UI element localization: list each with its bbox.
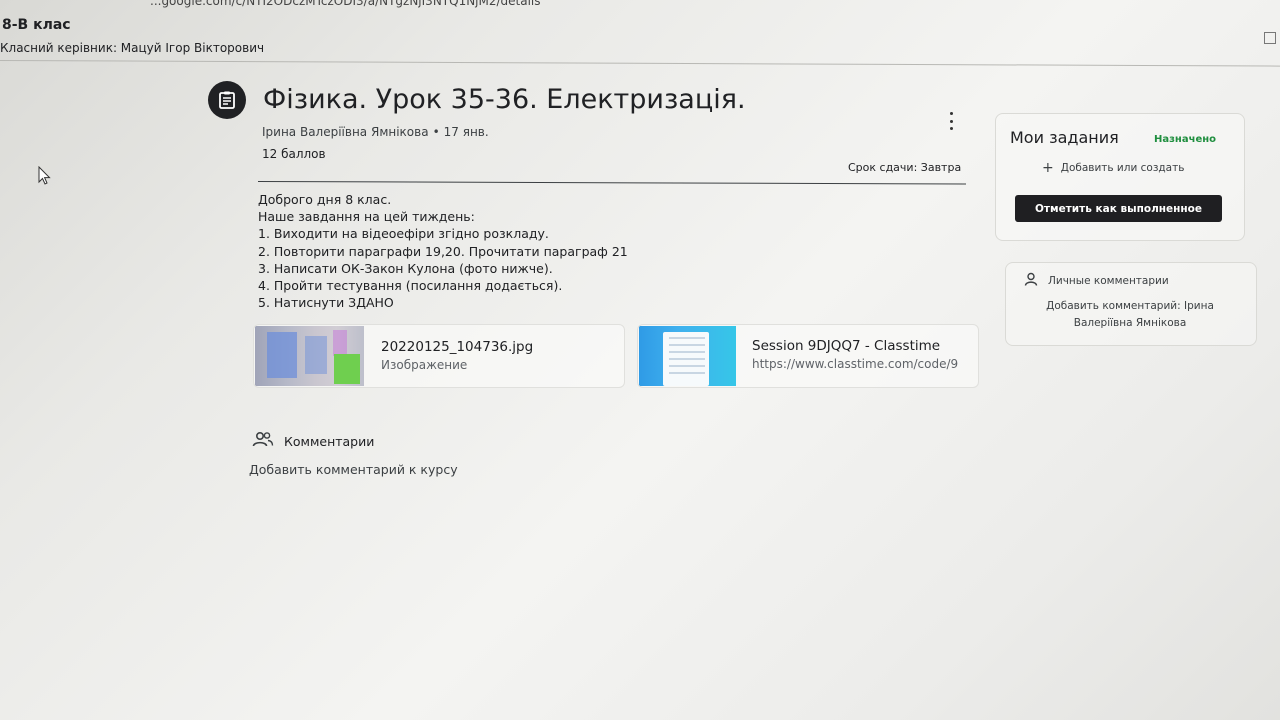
instruction-line: Доброго дня 8 клас. [258,192,392,207]
attachment-image-type: Изображение [381,358,468,372]
person-icon [1024,272,1038,289]
instruction-line: 1. Виходити на відеоефіри згідно розклад… [258,226,549,242]
browser-url[interactable]: ...google.com/c/NTI2ODczMTczODI3/a/NTgzN… [150,0,541,8]
class-comments-header: Комментарии [252,431,374,451]
window-corner-icon[interactable] [1264,32,1276,44]
add-private-comment-link[interactable]: Добавить комментарий: Ірина Валеріївна Я… [1030,298,1230,332]
private-comments-panel: Личные комментарии Добавить комментарий:… [1005,262,1257,346]
instruction-line: 4. Пройти тестування (посилання додаєтьс… [258,278,563,294]
instruction-line: 2. Повторити параграфи 19,20. Прочитати … [258,243,628,259]
assignment-due: Срок сдачи: Завтра [848,161,962,174]
assignment-title: Фізика. Урок 35-36. Електризація. [263,84,746,115]
assignment-meta: Ірина Валеріївна Ямнікова • 17 янв. [262,125,489,139]
add-class-comment-link[interactable]: Добавить комментарий к курсу [249,462,458,477]
assignment-icon [208,81,246,119]
more-options-icon[interactable] [944,110,958,132]
plus-icon: + [1042,160,1054,176]
class-comments-label: Комментарии [284,433,375,449]
add-or-create-label: Добавить или создать [1060,162,1185,174]
attachment-link[interactable]: Session 9DJQQ7 - Classtime https://www.c… [637,324,979,388]
assignment-instructions: Доброго дня 8 клас. Наше завдання на цей… [258,191,628,311]
mark-as-done-button[interactable]: Отметить как выполненное [1015,195,1222,222]
private-comments-header: Личные комментарии [1024,272,1169,289]
add-private-comment-line2: Валеріївна Ямнікова [1073,317,1187,329]
people-icon [252,431,274,451]
instruction-line: 5. Натиснути ЗДАНО [258,295,394,311]
attachment-link-thumbnail [639,326,736,386]
add-or-create-button[interactable]: + Добавить или создать [1042,161,1184,175]
attachment-image-thumbnail [255,326,364,386]
attachment-image[interactable]: 20220125_104736.jpg Изображение [253,324,625,388]
my-work-panel: Мои задания Назначено + Добавить или соз… [995,113,1245,241]
course-teacher: Класний керівник: Мацуй Ігор Вікторович [0,41,265,55]
private-comments-label: Личные комментарии [1048,274,1169,287]
assignment-author: Ірина Валеріївна Ямнікова [262,125,429,139]
attachment-link-title: Session 9DJQQ7 - Classtime [752,338,941,354]
my-work-status: Назначено [1154,134,1217,145]
assignment-points: 12 баллов [262,147,326,161]
add-private-comment-line1: Добавить комментарий: Ірина [1046,300,1214,312]
header-divider [0,60,1280,67]
instruction-line: Наше завдання на цей тиждень: [258,209,475,225]
assignment-divider [257,181,966,185]
attachment-image-title: 20220125_104736.jpg [381,339,534,355]
mouse-pointer-icon [38,165,52,190]
course-name: 8-В клас [2,17,71,33]
meta-separator: • [432,125,440,139]
instruction-line: 3. Написати ОК-Закон Кулона (фото нижче)… [258,260,553,276]
attachment-link-url: https://www.classtime.com/code/9 [752,357,958,371]
assignment-date: 17 янв. [443,125,489,139]
my-work-title: Мои задания [1010,128,1119,147]
